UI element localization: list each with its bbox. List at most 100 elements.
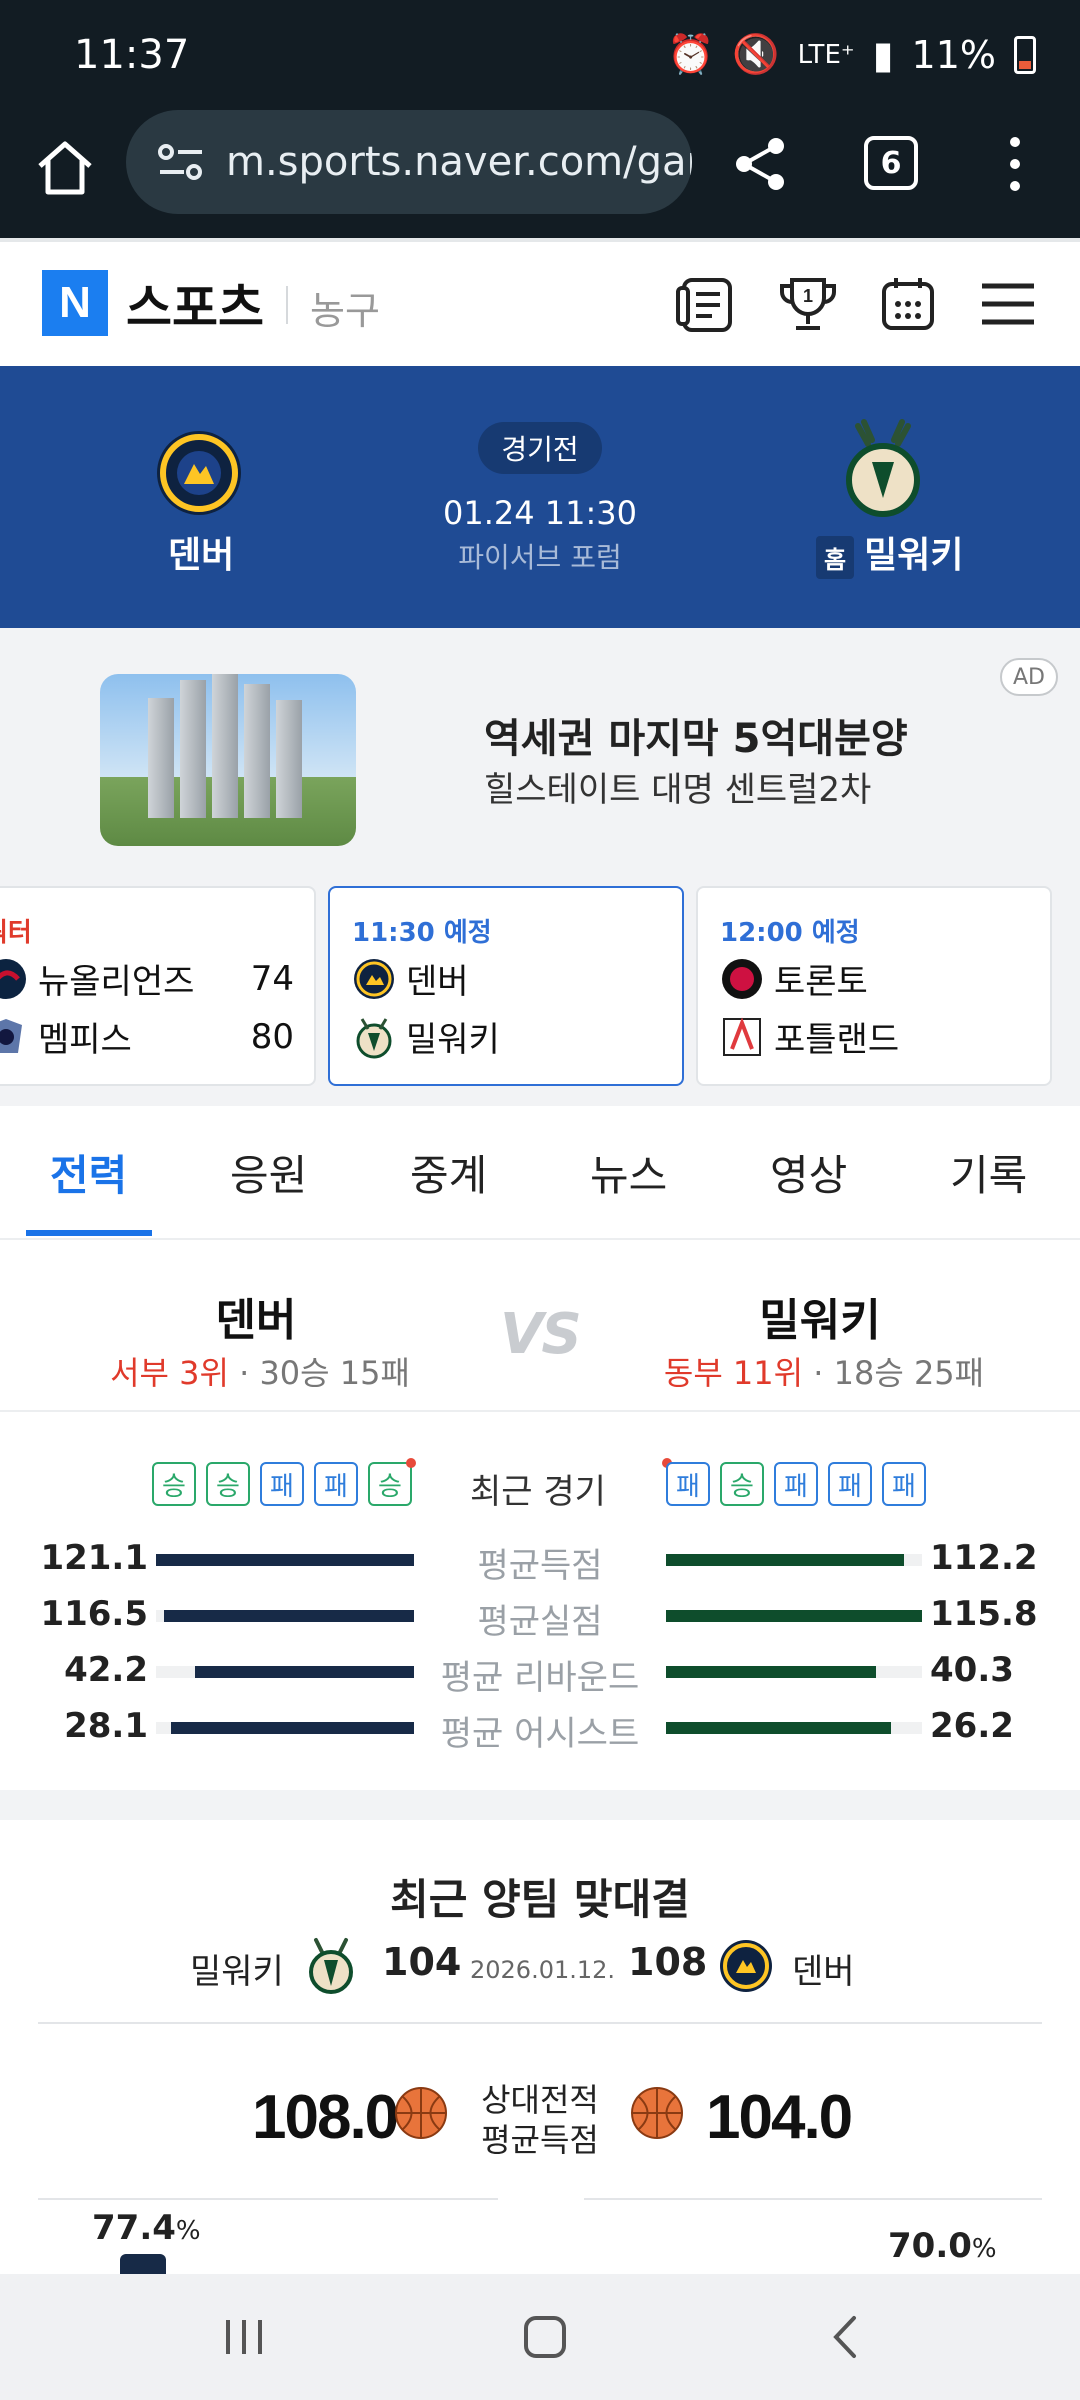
right-stat-bar: [666, 1554, 904, 1566]
stat-row: 116.5 평균실점 115.8: [0, 1590, 1080, 1642]
title-divider: [286, 286, 288, 324]
h2h-right-team: 덴버: [792, 1952, 855, 1992]
h2h-pct-left-value: 77.4: [92, 2208, 176, 2248]
h2h-avg-right: 104.0: [706, 2083, 853, 2152]
tab-cheer[interactable]: 응원: [230, 1142, 307, 1203]
h2h-right-score: 108: [628, 1940, 708, 1984]
denver-logo-icon: [354, 958, 394, 999]
site-title[interactable]: 스포츠: [126, 268, 264, 340]
form-result: 패: [314, 1462, 358, 1506]
form-result: 승: [206, 1462, 250, 1506]
form-result: 패: [260, 1462, 304, 1506]
form-result: 승: [152, 1462, 196, 1506]
trophy-icon[interactable]: 1: [776, 272, 840, 336]
tab-switcher-button[interactable]: 6: [864, 136, 918, 190]
other-games-strip[interactable]: 쿼터 뉴올리언즈 74 멤피스 80 11:30 예정 덴버 밀워키 12:00…: [0, 870, 1080, 1106]
team-score: 74: [250, 958, 294, 999]
stat-row: 42.2 평균 리바운드 40.3: [0, 1646, 1080, 1698]
h2h-date: 2026.01.12.: [470, 1956, 616, 1984]
head-to-head-section: 최근 양팀 맞대결 밀워키 104 2026.01.12. 108 덴버 108…: [0, 1820, 1080, 2274]
h2h-avg-label: 상대전적 평균득점: [470, 2080, 610, 2160]
alarm-icon: ⏰: [667, 32, 715, 76]
ad-title[interactable]: 역세권 마지막 5억대분양: [484, 706, 908, 764]
mute-icon: 🔇: [732, 32, 780, 76]
denver-logo-icon: [720, 1940, 772, 1992]
ad-image[interactable]: [100, 674, 356, 846]
more-options-icon[interactable]: [1000, 132, 1030, 196]
status-icons: ⏰ 🔇 LTE⁺ ▮ 11%: [667, 32, 1036, 77]
game-status: 11:30 예정: [352, 918, 492, 948]
game-card[interactable]: 12:00 예정 토론토 포틀랜드: [696, 886, 1052, 1086]
milwaukee-logo-icon: [356, 1017, 392, 1058]
url-text: m.sports.naver.com/game/20260124NBA...: [226, 139, 692, 185]
home-team-label[interactable]: 홈 밀워키: [816, 526, 963, 579]
stat-row: 28.1 평균 어시스트 26.2: [0, 1702, 1080, 1754]
tab-video[interactable]: 영상: [770, 1142, 847, 1203]
right-stat-value: 40.3: [930, 1650, 1014, 1690]
url-bar[interactable]: m.sports.naver.com/game/20260124NBA...: [126, 110, 692, 214]
chart-divider: [584, 2198, 1042, 2200]
site-settings-icon[interactable]: [156, 142, 206, 182]
right-stat-bar: [666, 1722, 891, 1734]
left-rank: 서부 3위: [110, 1354, 229, 1392]
right-stat-value: 115.8: [930, 1594, 1038, 1634]
vs-label: VS: [500, 1302, 582, 1367]
team-score: 80: [250, 1016, 294, 1057]
team-name: 덴버: [406, 962, 469, 1002]
h2h-title: 최근 양팀 맞대결: [390, 1875, 690, 1924]
battery-percent: 11%: [911, 32, 996, 77]
hamburger-menu-icon[interactable]: [976, 272, 1040, 336]
form-result: 승: [368, 1462, 412, 1506]
form-result: 패: [774, 1462, 818, 1506]
raptors-logo-icon: [722, 958, 762, 999]
pct-unit: %: [971, 2234, 997, 2264]
h2h-left-team: 밀워키: [190, 1952, 284, 1992]
tab-broadcast[interactable]: 중계: [410, 1142, 487, 1203]
calendar-icon[interactable]: [876, 272, 940, 336]
ad-banner[interactable]: 역세권 마지막 5억대분양 힐스테이트 대명 센트럴2차 AD: [0, 628, 1080, 886]
h2h-avg-label-line1: 상대전적: [481, 2081, 599, 2119]
stat-row: 121.1 평균득점 112.2: [0, 1534, 1080, 1586]
right-stat-track: [666, 1610, 922, 1622]
right-rank: 동부 11위: [663, 1354, 804, 1392]
right-stat-track: [666, 1554, 922, 1566]
pct-unit: %: [175, 2216, 201, 2246]
share-icon[interactable]: [730, 134, 790, 194]
section-gap: [0, 1790, 1080, 1820]
recent-form-section: 승 승 패 패 승 최근 경기 패 승 패 패 패 121.1 평균득점 112…: [0, 1412, 1080, 1790]
category-label[interactable]: 농구: [310, 280, 380, 335]
tab-bar: 전력 응원 중계 뉴스 영상 기록: [0, 1106, 1080, 1240]
game-team-row: 뉴올리언즈 74: [0, 954, 294, 1003]
left-team-rank: 서부 3위 · 30승 15패: [50, 1348, 470, 1394]
tab-lineup[interactable]: 전력: [50, 1142, 127, 1203]
news-list-icon[interactable]: [674, 272, 738, 336]
milwaukee-logo-icon[interactable]: [838, 418, 928, 518]
trophy-badge: 1: [803, 286, 813, 306]
tab-records[interactable]: 기록: [950, 1142, 1027, 1203]
naver-logo[interactable]: N: [42, 270, 108, 336]
ad-badge[interactable]: AD: [1000, 658, 1058, 696]
game-team-row: 토론토: [720, 954, 1030, 1003]
h2h-left-score: 104: [382, 1940, 462, 1984]
game-card[interactable]: 쿼터 뉴올리언즈 74 멤피스 80: [0, 886, 316, 1086]
home-nav-icon[interactable]: [514, 2312, 574, 2362]
ad-subtitle[interactable]: 힐스테이트 대명 센트럴2차: [484, 762, 871, 811]
team-name: 멤피스: [38, 1020, 132, 1060]
match-status-badge: 경기전: [478, 422, 602, 474]
form-result: 패: [828, 1462, 872, 1506]
right-stat-value: 112.2: [930, 1538, 1038, 1578]
back-icon[interactable]: [816, 2312, 876, 2362]
team-name: 밀워키: [406, 1020, 500, 1060]
grizzlies-logo-icon: [0, 1018, 22, 1053]
game-card-current[interactable]: 11:30 예정 덴버 밀워키: [328, 886, 684, 1086]
blazers-logo-icon: [723, 1016, 761, 1056]
right-team-name: 밀워키: [759, 1295, 881, 1346]
game-team-row: 멤피스 80: [0, 1012, 294, 1061]
browser-toolbar: m.sports.naver.com/game/20260124NBA... 6: [0, 110, 1080, 238]
recent-apps-icon[interactable]: [214, 2312, 274, 2362]
tab-news[interactable]: 뉴스: [590, 1142, 667, 1203]
form-result: 패: [882, 1462, 926, 1506]
game-team-row: 밀워키: [352, 1012, 662, 1061]
network-label: LTE⁺: [797, 39, 855, 70]
home-icon[interactable]: [30, 134, 100, 204]
